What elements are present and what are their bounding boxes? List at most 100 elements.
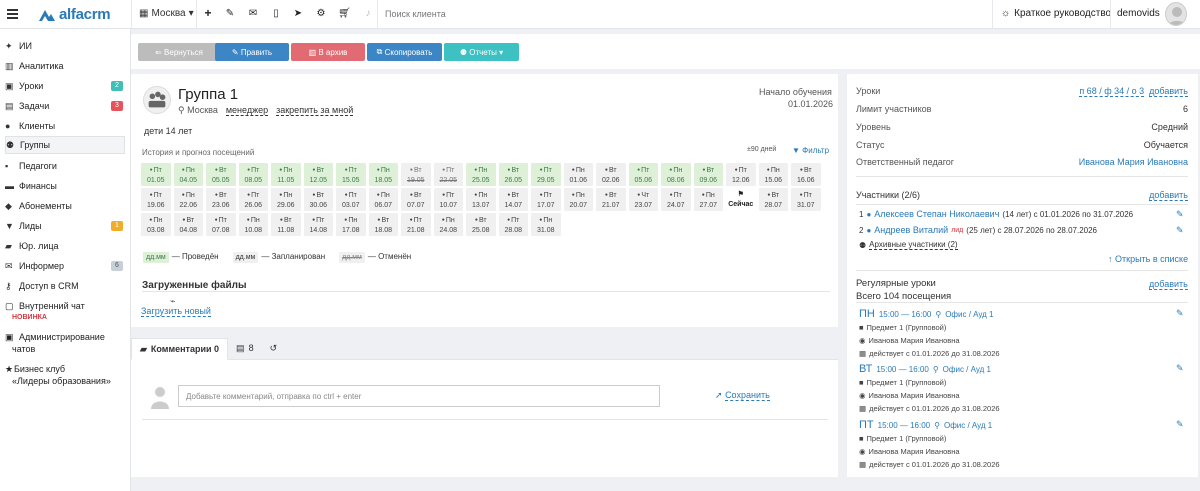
lesson-cell[interactable]: ●Вт 26.05 xyxy=(498,163,528,186)
lesson-cell[interactable]: ●Пн 22.06 xyxy=(173,188,203,211)
lesson-cell[interactable]: ●Пт 12.06 xyxy=(726,163,756,186)
sidebar-item-subscriptions[interactable]: ◆ Абонементы xyxy=(5,197,125,215)
manager-link[interactable]: менеджер xyxy=(225,105,269,116)
edit-pencil-icon[interactable]: ✎ xyxy=(1176,209,1184,220)
lesson-cell[interactable]: ●Пн 04.05 xyxy=(173,163,203,186)
sidebar-item-ai[interactable]: ✦ ИИ xyxy=(5,37,125,55)
participant-name[interactable]: Алексеев Степан Николаевич xyxy=(874,209,999,219)
open-list-link[interactable]: ↑ Открыть в списке xyxy=(1108,254,1188,264)
archive-button[interactable]: ▥ В архив xyxy=(291,43,365,61)
edit-button[interactable]: ✎ Править xyxy=(215,43,289,61)
lesson-cell[interactable]: ●Вт 12.05 xyxy=(303,163,333,186)
edit-pencil-icon[interactable]: ✎ xyxy=(1176,308,1184,319)
lesson-cell[interactable]: ●Пн 24.08 xyxy=(433,213,463,236)
sidebar-item-chat-admin[interactable]: ▣ Администрирование чатов xyxy=(5,331,125,355)
tab-comments[interactable]: ▰ Комментарии 0 xyxy=(131,338,229,360)
lesson-cell[interactable]: ●Пт 05.06 xyxy=(628,163,658,186)
filter-button[interactable]: ▼ Фильтр xyxy=(792,146,829,155)
assign-link[interactable]: закрепить за мной xyxy=(276,105,354,116)
add-participant-link[interactable]: добавить xyxy=(1149,190,1188,201)
wrench-icon[interactable]: ✎ xyxy=(224,8,236,19)
logo[interactable]: alfacrm xyxy=(38,6,111,23)
archive-participants-link[interactable]: ⚉ Архивные участники (2) xyxy=(859,240,958,250)
lesson-cell[interactable]: ●Пн 17.08 xyxy=(336,213,366,236)
tab-history[interactable]: ↺ xyxy=(262,337,286,359)
edit-pencil-icon[interactable]: ✎ xyxy=(1176,363,1184,374)
lesson-cell[interactable]: ●Пн 18.05 xyxy=(368,163,398,186)
sidebar-item-legal[interactable]: ▰ Юр. лица xyxy=(5,237,125,255)
lesson-cell[interactable]: ●Вт 09.06 xyxy=(693,163,723,186)
lesson-cell[interactable]: ●Пн 25.05 xyxy=(466,163,496,186)
add-regular-link[interactable]: добавить xyxy=(1149,279,1188,290)
lesson-cell[interactable]: ●Пт 15.05 xyxy=(336,163,366,186)
sidebar-item-access[interactable]: ⚷ Доступ в CRM xyxy=(5,277,125,295)
envelope-icon[interactable]: ✉ xyxy=(247,8,259,19)
back-button[interactable]: ⇐ Вернуться xyxy=(138,43,220,61)
lesson-cell[interactable]: ●Пн 15.06 xyxy=(758,163,788,186)
lesson-cell[interactable]: ●Пн 03.08 xyxy=(141,213,171,236)
lesson-cell[interactable]: ●Пт 14.08 xyxy=(303,213,333,236)
teacher-link[interactable]: Иванова Мария Ивановна xyxy=(1079,157,1188,167)
lesson-cell[interactable]: ●Вт 04.08 xyxy=(173,213,203,236)
lesson-cell[interactable]: ●Пт 17.07 xyxy=(531,188,561,211)
lesson-cell[interactable]: ●Пн 20.07 xyxy=(563,188,593,211)
lesson-cell[interactable]: ●Пн 27.07 xyxy=(693,188,723,211)
lesson-cell[interactable]: ●Пт 29.05 xyxy=(531,163,561,186)
lesson-cell[interactable]: ●Пн 01.06 xyxy=(563,163,593,186)
lesson-cell[interactable]: ●Чт 23.07 xyxy=(628,188,658,211)
sidebar-item-leads[interactable]: ▼ Лиды 1 xyxy=(5,217,125,235)
lesson-cell[interactable]: ●Вт 18.08 xyxy=(368,213,398,236)
lesson-cell[interactable]: ●Пн 31.08 xyxy=(531,213,561,236)
sidebar-item-teachers[interactable]: ▪ Педагоги xyxy=(5,157,125,175)
sidebar-item-lessons[interactable]: ▣ Уроки 2 xyxy=(5,77,125,95)
regular-lesson-header[interactable]: ВТ 15:00 — 16:00 ⚲ Офис / Ауд 1 xyxy=(859,363,991,375)
lesson-cell[interactable]: ●Пн 08.06 xyxy=(661,163,691,186)
lesson-cell[interactable]: ●Вт 30.06 xyxy=(303,188,333,211)
guide-link[interactable]: ☼ Краткое руководство xyxy=(1001,8,1111,19)
sidebar-item-analytics[interactable]: ▥ Аналитика xyxy=(5,57,125,75)
lesson-cell[interactable]: ●Пт 21.08 xyxy=(401,213,431,236)
lesson-cell[interactable]: ●Пт 31.07 xyxy=(791,188,821,211)
save-comment-button[interactable]: ➚ Сохранить xyxy=(715,390,770,401)
lesson-cell[interactable]: ●Вт 28.07 xyxy=(758,188,788,211)
sidebar-item-informer[interactable]: ✉ Информер 6 xyxy=(5,257,125,275)
tab-history-count[interactable]: ▤ 8 xyxy=(228,337,262,359)
lesson-cell[interactable]: ●Вт 23.06 xyxy=(206,188,236,211)
bell-icon[interactable]: ♪ xyxy=(362,8,374,19)
sidebar-item-finance[interactable]: ▬ Финансы xyxy=(5,177,125,195)
plus-icon[interactable]: + xyxy=(202,6,214,20)
lesson-cell[interactable]: ●Вт 19.05 xyxy=(401,163,431,186)
edit-pencil-icon[interactable]: ✎ xyxy=(1176,419,1184,430)
lesson-cell[interactable]: ●Вт 11.08 xyxy=(271,213,301,236)
lesson-cell[interactable]: ●Вт 21.07 xyxy=(596,188,626,211)
lesson-cell[interactable]: ●Пн 13.07 xyxy=(466,188,496,211)
telegram-icon[interactable]: ➤ xyxy=(292,8,304,19)
lesson-cell[interactable]: ●Вт 16.06 xyxy=(791,163,821,186)
lesson-cell[interactable]: ●Вт 25.08 xyxy=(466,213,496,236)
lesson-cell[interactable]: ●Вт 05.05 xyxy=(206,163,236,186)
username[interactable]: demovids xyxy=(1117,8,1160,19)
lesson-cell[interactable]: ●Пт 08.05 xyxy=(238,163,268,186)
lessons-value[interactable]: п 68 / ф 34 / о 3 xyxy=(1079,86,1145,97)
menu-icon[interactable] xyxy=(7,9,18,19)
lesson-cell[interactable]: ●Пт 10.07 xyxy=(433,188,463,211)
regular-lesson-header[interactable]: ПТ 15:00 — 16:00 ⚲ Офис / Ауд 1 xyxy=(859,419,992,431)
participant-name[interactable]: Андреев Виталий xyxy=(874,225,948,235)
city-selector[interactable]: ▦ Москва ▾ xyxy=(139,8,194,19)
copy-button[interactable]: ⧉ Скопировать xyxy=(367,43,442,61)
lesson-cell[interactable]: ●Пт 24.07 xyxy=(661,188,691,211)
sidebar-item-chat[interactable]: ▢ Внутренний чат НОВИНКА xyxy=(5,300,125,324)
sidebar-item-groups[interactable]: ⚉ Группы xyxy=(5,136,125,154)
lesson-cell[interactable]: ●Пт 19.06 xyxy=(141,188,171,211)
comment-input[interactable]: Добавьте комментарий, отправка по ctrl +… xyxy=(178,385,660,407)
sidebar-item-clients[interactable]: ● Клиенты xyxy=(5,117,125,135)
phone-icon[interactable]: ▯ xyxy=(270,8,282,19)
lesson-cell[interactable]: ●Пн 29.06 xyxy=(271,188,301,211)
lesson-cell[interactable]: ●Пн 11.05 xyxy=(271,163,301,186)
days-range[interactable]: ±90 дней xyxy=(747,146,776,153)
upload-link[interactable]: Загрузить новый xyxy=(141,306,211,317)
lesson-cell[interactable]: ●Пт 07.08 xyxy=(206,213,236,236)
regular-lesson-header[interactable]: ПН 15:00 — 16:00 ⚲ Офис / Ауд 1 xyxy=(859,308,993,320)
gear-icon[interactable]: ⚙ xyxy=(315,8,327,19)
edit-pencil-icon[interactable]: ✎ xyxy=(1176,225,1184,236)
